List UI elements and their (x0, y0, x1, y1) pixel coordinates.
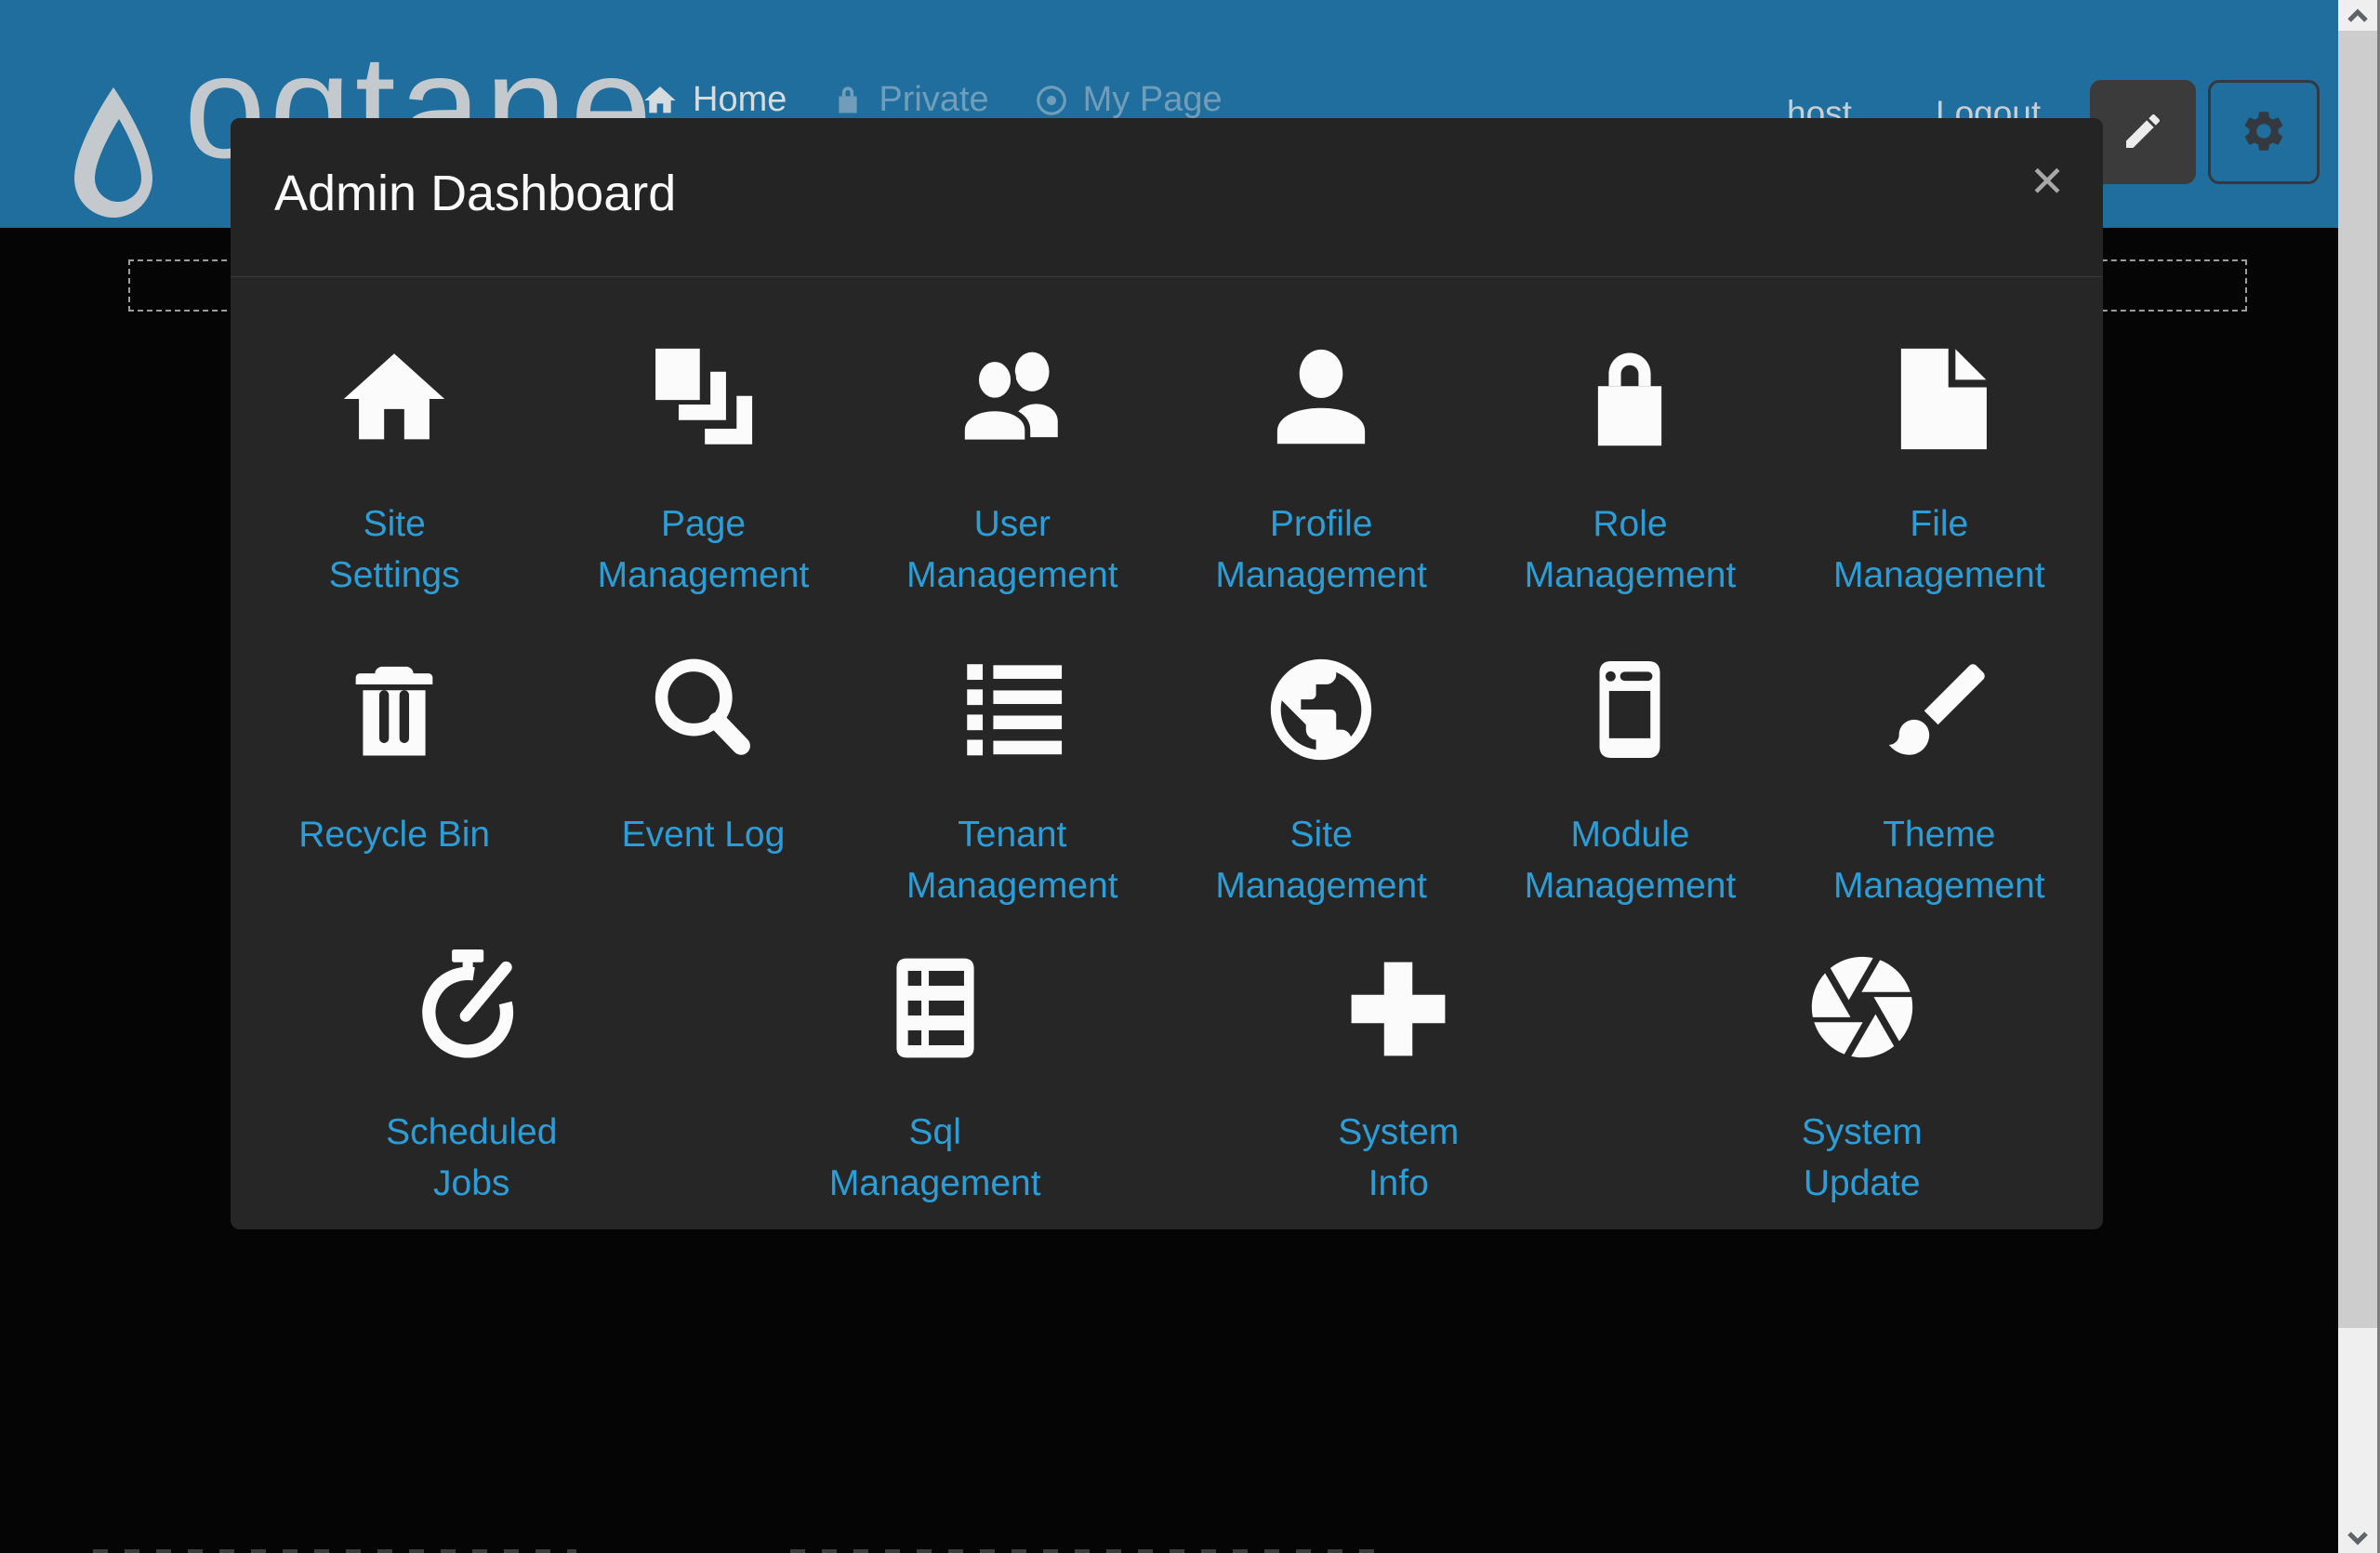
admin-tile-site-settings[interactable]: SiteSettings (240, 320, 549, 601)
settings-button[interactable] (2208, 80, 2320, 184)
tile-label: SiteSettings (329, 498, 460, 601)
people-icon (949, 320, 1076, 459)
tile-label: RoleManagement (1525, 498, 1737, 601)
admin-tile-profile-management[interactable]: ProfileManagement (1167, 320, 1475, 601)
tile-label: UserManagement (906, 498, 1118, 601)
admin-tile-user-management[interactable]: UserManagement (858, 320, 1167, 601)
clipped-pane-fragment (93, 1549, 576, 1553)
home-icon (641, 82, 679, 119)
target-icon (1034, 83, 1069, 118)
nav-item-label: Home (693, 80, 787, 120)
tiles-row-3: ScheduledJobs SqlManagement SystemInfo S… (231, 928, 2103, 1209)
nav-item-private[interactable]: Private (831, 80, 988, 120)
admin-tile-page-management[interactable]: PageManagement (549, 320, 857, 601)
modal-title: Admin Dashboard (274, 165, 676, 222)
admin-tile-role-management[interactable]: RoleManagement (1475, 320, 1784, 601)
chevron-up-icon (2346, 8, 2370, 23)
pages-icon (642, 320, 763, 459)
home-icon (334, 320, 455, 459)
timer-icon (410, 928, 533, 1068)
tile-label: ThemeManagement (1833, 809, 2045, 911)
close-icon[interactable]: ✕ (2021, 155, 2073, 207)
tile-label: FileManagement (1833, 498, 2045, 601)
tile-label: SystemInfo (1338, 1107, 1459, 1209)
nav-item-label: Private (879, 80, 988, 120)
scroll-down-button[interactable] (2338, 1522, 2377, 1553)
trash-icon (337, 630, 452, 770)
tile-label: TenantManagement (906, 809, 1118, 911)
admin-tile-module-management[interactable]: ModuleManagement (1475, 630, 1784, 911)
vertical-scrollbar[interactable] (2338, 0, 2380, 1553)
admin-tile-system-update[interactable]: SystemUpdate (1631, 928, 2095, 1209)
tile-label: Event Log (622, 809, 786, 860)
nav-item-label: My Page (1083, 80, 1223, 120)
tile-label: ScheduledJobs (386, 1107, 557, 1209)
clipped-pane-fragment (790, 1549, 1385, 1553)
tile-label: SiteManagement (1215, 809, 1427, 911)
lock-icon (1571, 320, 1688, 459)
edit-mode-button[interactable] (2090, 80, 2196, 184)
globe-icon (1261, 630, 1382, 770)
gear-icon (2240, 107, 2288, 158)
admin-tile-system-info[interactable]: SystemInfo (1167, 928, 1631, 1209)
list-icon (952, 630, 1073, 770)
file-icon (1879, 320, 2000, 459)
shutter-icon (1802, 928, 1923, 1068)
admin-tile-event-log[interactable]: Event Log (549, 630, 857, 911)
modal-header: Admin Dashboard ✕ (231, 118, 2103, 277)
brush-icon (1879, 630, 2000, 770)
admin-tile-tenant-management[interactable]: TenantManagement (858, 630, 1167, 911)
tiles-row-1: SiteSettings PageManagement UserManageme… (231, 320, 2103, 601)
table-icon (876, 928, 995, 1068)
admin-tile-site-management[interactable]: SiteManagement (1167, 630, 1475, 911)
admin-tile-scheduled-jobs[interactable]: ScheduledJobs (240, 928, 704, 1209)
plus-icon (1340, 928, 1457, 1068)
scroll-up-button[interactable] (2338, 0, 2377, 31)
admin-tile-recycle-bin[interactable]: Recycle Bin (240, 630, 549, 911)
scrollbar-thumb[interactable] (2338, 31, 2377, 1328)
nav-item-my-page[interactable]: My Page (1034, 80, 1223, 120)
admin-tile-sql-management[interactable]: SqlManagement (704, 928, 1168, 1209)
tile-label: Recycle Bin (298, 809, 490, 860)
tile-label: SqlManagement (829, 1107, 1041, 1209)
tile-label: ModuleManagement (1525, 809, 1737, 911)
tile-label: SystemUpdate (1802, 1107, 1923, 1209)
admin-tile-theme-management[interactable]: ThemeManagement (1785, 630, 2094, 911)
tile-label: PageManagement (598, 498, 810, 601)
window-icon (1569, 630, 1690, 770)
chevron-down-icon (2346, 1531, 2370, 1546)
pencil-icon (2121, 109, 2165, 156)
admin-tile-file-management[interactable]: FileManagement (1785, 320, 2094, 601)
admin-dashboard-modal: Admin Dashboard ✕ SiteSettings PageManag… (231, 118, 2103, 1229)
search-icon (642, 630, 763, 770)
nav-item-home[interactable]: Home (641, 80, 787, 120)
page: oqtane Home Private My Page host Logout (0, 0, 2380, 1553)
tiles-row-2: Recycle Bin Event Log TenantManagement S… (231, 630, 2103, 911)
tile-label: ProfileManagement (1215, 498, 1427, 601)
person-icon (1261, 320, 1382, 459)
water-drop-icon (67, 86, 160, 225)
main-nav: Home Private My Page (641, 80, 1223, 120)
lock-icon (831, 84, 865, 117)
